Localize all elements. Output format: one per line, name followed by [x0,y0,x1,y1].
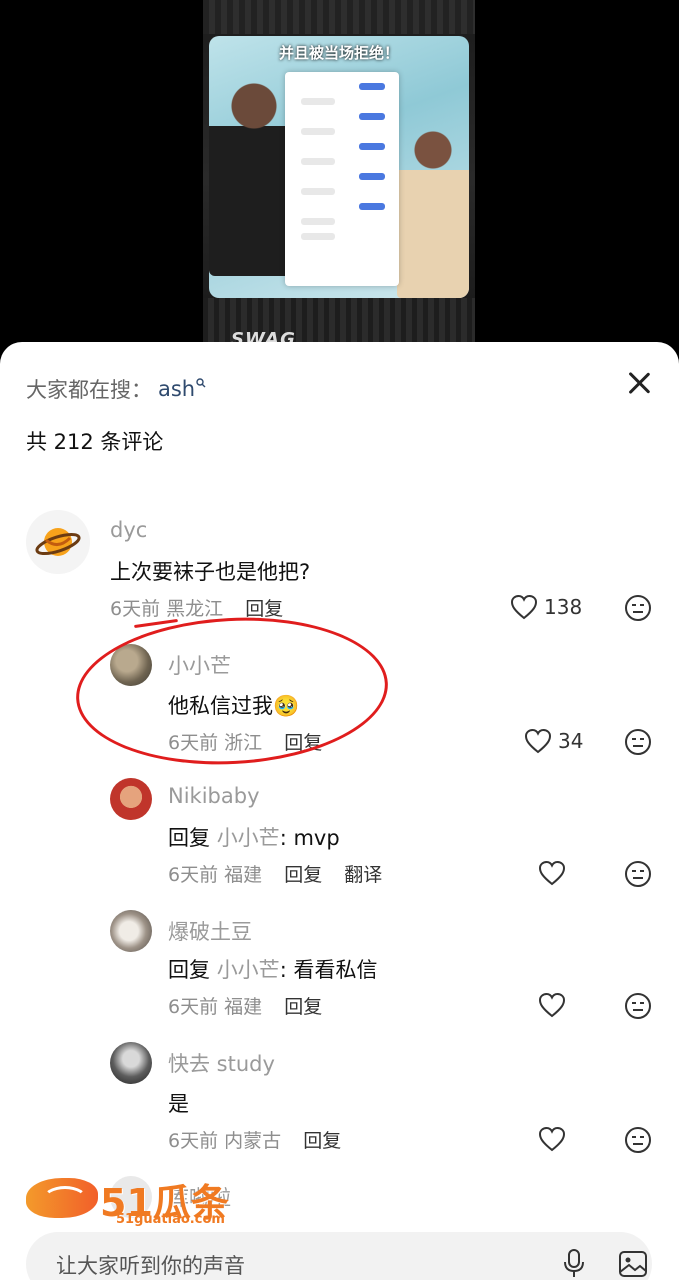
reply-button[interactable]: 回复 [245,598,283,620]
close-icon[interactable] [626,370,652,396]
emoji-reaction-icon[interactable] [624,728,652,756]
like-button[interactable] [538,1126,572,1152]
comment-location: 福建 [224,864,263,886]
reply-prefix: 回复 [168,826,210,850]
comment-text: : mvp [279,826,340,850]
comment-time: 6天前 [168,732,219,754]
comment-username[interactable]: 快去 study [168,1048,275,1078]
reply-to-username[interactable]: 小小芒 [217,826,280,850]
comment-meta: 6天前 福建 回复 翻译 [168,860,382,887]
comment-location: 内蒙古 [224,1130,282,1152]
avatar[interactable] [110,1042,152,1084]
comment-text: : 看看私信 [279,958,378,982]
heart-icon [510,594,538,620]
video-caption: 并且被当场拒绝！ [278,44,399,62]
search-term[interactable]: ash [158,377,195,401]
heart-icon [538,860,566,886]
comment-time: 6天前 [168,1130,219,1152]
planet-icon [35,528,81,556]
video-player[interactable]: 并且被当场拒绝！ SWAG [0,0,679,360]
video-decoration-top [203,0,475,34]
emoji-reaction-icon[interactable] [624,1126,652,1154]
comment-text: 上次要袜子也是他把? [110,560,311,584]
video-frame: 并且被当场拒绝！ SWAG [203,0,475,360]
reply-button[interactable]: 回复 [303,1130,341,1152]
comment-username[interactable]: dyc [110,518,147,542]
comment-text-wrap: 回复 小小芒: mvp [168,822,340,852]
comment-username[interactable]: Nikibaby [168,784,260,808]
comment-input-bar[interactable]: 让大家听到你的声音 [26,1232,652,1280]
video-person-right [397,126,469,298]
avatar[interactable] [110,910,152,952]
reply-button[interactable]: 回复 [284,996,322,1018]
reply-button[interactable]: 回复 [284,732,322,754]
comment-text: 他私信过我 [168,694,273,718]
comment-time: 6天前 [168,864,219,886]
comment-location: 福建 [224,996,263,1018]
like-button[interactable] [538,860,572,886]
comment-text-wrap: 他私信过我🥹 [168,690,299,720]
comment-time: 6天前 [110,598,161,620]
comment-text: 是 [168,1092,189,1116]
chat-screenshot [285,72,399,286]
logo-url: 51guatiao.com [116,1212,225,1227]
reply-button[interactable]: 回复 [284,864,322,886]
video-scene [209,36,469,298]
like-button[interactable]: 138 [510,594,582,620]
fish-logo-icon [26,1178,98,1218]
avatar[interactable] [26,510,90,574]
reply-to-username[interactable]: 小小芒 [217,958,280,982]
emoji-reaction-icon[interactable] [624,860,652,888]
comment-text-wrap: 回复 小小芒: 看看私信 [168,954,377,984]
comment-input[interactable]: 让大家听到你的声音 [56,1250,245,1280]
search-prefix: 大家都在搜： [26,378,152,402]
comment-username[interactable]: 爆破土豆 [168,916,252,946]
avatar[interactable] [110,644,152,686]
comment-sheet: 大家都在搜： ash 共 212 条评论 dyc 上次要袜子也是他把? 6天前 … [0,342,679,1280]
avatar[interactable] [110,778,152,820]
comment-meta: 6天前 黑龙江 回复 [110,594,283,621]
comment-meta: 6天前 浙江 回复 [168,728,322,755]
emoji-reaction-icon[interactable] [624,594,652,622]
image-icon[interactable] [618,1250,648,1278]
like-count: 34 [558,729,584,753]
comment-meta: 6天前 内蒙古 回复 [168,1126,341,1153]
comment-count: 共 212 条评论 [26,430,164,454]
comment-meta: 6天前 福建 回复 [168,992,322,1019]
like-button[interactable]: 34 [524,728,583,754]
comment-username[interactable]: 小小芒 [168,650,231,680]
comment-location: 浙江 [224,732,263,754]
site-logo: 51瓜条 51guatiao.com [26,1172,236,1228]
translate-button[interactable]: 翻译 [344,864,382,886]
like-count: 138 [544,595,583,619]
microphone-icon[interactable] [562,1248,586,1278]
heart-icon [538,1126,566,1152]
comment-time: 6天前 [168,996,219,1018]
crying-face-emoji: 🥹 [273,694,300,718]
heart-icon [524,728,552,754]
like-button[interactable] [538,992,572,1018]
comment-location: 黑龙江 [166,598,224,620]
emoji-reaction-icon[interactable] [624,992,652,1020]
search-suggestion[interactable]: 大家都在搜： ash [26,374,206,404]
heart-icon [538,992,566,1018]
reply-prefix: 回复 [168,958,210,982]
search-icon [196,377,206,391]
